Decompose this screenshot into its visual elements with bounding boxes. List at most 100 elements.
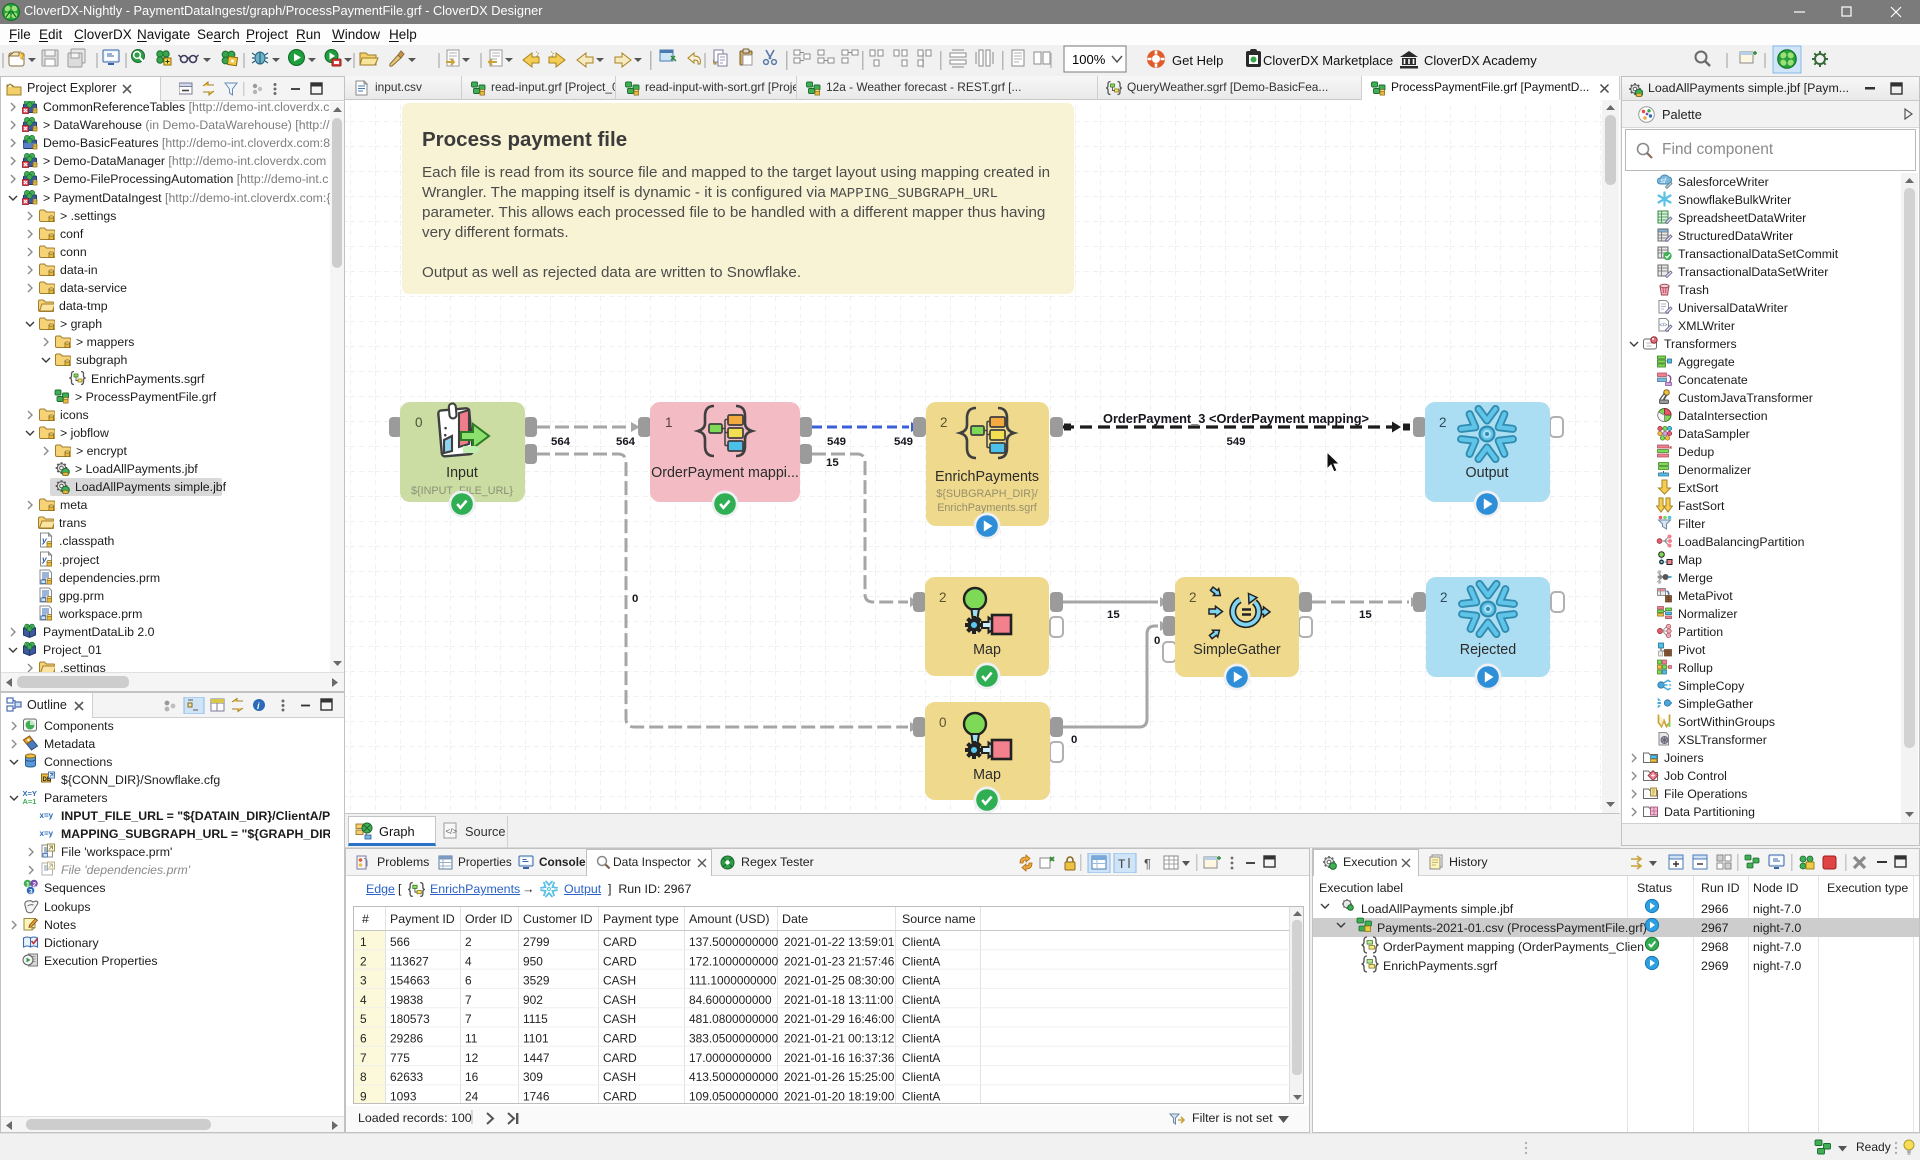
svg-text:17.0000000000: 17.0000000000 [689, 1051, 772, 1065]
svg-text:1: 1 [360, 935, 367, 949]
svg-text:775: 775 [390, 1051, 410, 1065]
svg-text:2: 2 [1440, 590, 1448, 605]
svg-text:night-7.0: night-7.0 [1753, 921, 1801, 935]
svg-text:2: 2 [1439, 415, 1447, 430]
svg-text:Order ID: Order ID [465, 912, 513, 926]
svg-text:7: 7 [360, 1051, 367, 1065]
svg-text:2: 2 [1189, 590, 1197, 605]
svg-text:549: 549 [1226, 436, 1245, 448]
svg-text:9: 9 [360, 1089, 367, 1103]
svg-text:ClientA: ClientA [902, 993, 940, 1007]
svg-text:x=y: x=y [40, 811, 54, 820]
svg-text:ClientA: ClientA [902, 1012, 940, 1026]
svg-text:LoadAllPayments simple.jbf: LoadAllPayments simple.jbf [1361, 902, 1514, 916]
svg-text:CASH: CASH [603, 1012, 636, 1026]
svg-text:${SUBGRAPH_DIR}/: ${SUBGRAPH_DIR}/ [936, 488, 1037, 500]
svg-text:OrderPayment mappi...: OrderPayment mappi... [651, 465, 799, 481]
svg-text:CARD: CARD [603, 935, 637, 949]
svg-text:CloverDX Marketplace: CloverDX Marketplace [1263, 53, 1393, 68]
svg-text:413.5000000000: 413.5000000000 [689, 1070, 779, 1084]
svg-text:CARD: CARD [603, 1051, 637, 1065]
svg-text:CARD: CARD [603, 954, 637, 968]
svg-text:CASH: CASH [603, 1070, 636, 1084]
svg-text:2966: 2966 [1701, 902, 1729, 916]
svg-text:100%: 100% [1072, 52, 1106, 67]
svg-text:OrderPayment mapping (OrderPay: OrderPayment mapping (OrderPayments_Clie… [1383, 940, 1644, 954]
svg-text:CASH: CASH [603, 993, 636, 1007]
svg-text:A=1: A=1 [23, 797, 37, 805]
svg-text:Execution type: Execution type [1827, 881, 1908, 895]
svg-text:CASH: CASH [603, 974, 636, 988]
svg-text:ClientA: ClientA [902, 1032, 940, 1046]
svg-text:84.6000000000: 84.6000000000 [689, 993, 772, 1007]
svg-text:2021-01-29 16:46:00: 2021-01-29 16:46:00 [784, 1012, 895, 1026]
svg-text:1746: 1746 [523, 1089, 550, 1103]
svg-text:8: 8 [360, 1070, 367, 1084]
svg-text:549: 549 [894, 436, 913, 448]
svg-text:OrderPayment_3 <OrderPayment m: OrderPayment_3 <OrderPayment mapping> [1103, 411, 1369, 426]
svg-text:0: 0 [415, 415, 423, 430]
svg-text:very different formats.: very different formats. [422, 224, 569, 241]
svg-text:Each file is read from its sou: Each file is read from its source file a… [422, 164, 1050, 181]
svg-text:CARD: CARD [603, 1089, 637, 1103]
svg-text:2021-01-20 18:19:00: 2021-01-20 18:19:00 [784, 1089, 895, 1103]
svg-text:EnrichPayments: EnrichPayments [935, 469, 1039, 485]
svg-text:Map: Map [973, 642, 1001, 658]
svg-text:ClientA: ClientA [902, 974, 940, 988]
svg-text:T: T [1118, 857, 1126, 871]
svg-text:ClientA: ClientA [902, 1070, 940, 1084]
svg-text:7: 7 [465, 1012, 472, 1026]
svg-text:3: 3 [360, 974, 367, 988]
svg-text:2: 2 [939, 590, 947, 605]
svg-text:7: 7 [465, 993, 472, 1007]
svg-text:1093: 1093 [390, 1089, 417, 1103]
svg-text:549: 549 [827, 436, 846, 448]
svg-text:4: 4 [465, 954, 472, 968]
svg-text:CloverDX Academy: CloverDX Academy [1424, 53, 1537, 68]
svg-text:2968: 2968 [1701, 940, 1729, 954]
svg-text:1101: 1101 [523, 1032, 549, 1046]
svg-text:2969: 2969 [1701, 959, 1729, 973]
svg-text:62633: 62633 [390, 1070, 423, 1084]
svg-text:1447: 1447 [523, 1051, 550, 1065]
svg-text:6: 6 [465, 974, 472, 988]
svg-text:Run ID: Run ID [1701, 881, 1740, 895]
svg-text:309: 309 [523, 1070, 543, 1084]
svg-text:2021-01-26 15:25:00: 2021-01-26 15:25:00 [784, 1070, 895, 1084]
svg-text:0: 0 [1071, 734, 1077, 746]
svg-text:ClientA: ClientA [902, 935, 940, 949]
svg-text:3529: 3529 [523, 974, 550, 988]
svg-text:SimpleGather: SimpleGather [1193, 642, 1281, 658]
svg-text:Process payment file: Process payment file [422, 128, 627, 151]
svg-text:2021-01-21 00:13:12: 2021-01-21 00:13:12 [784, 1032, 895, 1046]
svg-text:16: 16 [465, 1070, 479, 1084]
svg-text:2021-01-18 13:11:00: 2021-01-18 13:11:00 [784, 993, 894, 1007]
svg-text:29286: 29286 [390, 1032, 423, 1046]
svg-text:Payment ID: Payment ID [390, 912, 455, 926]
svg-text:Status: Status [1637, 881, 1672, 895]
svg-text:0: 0 [939, 715, 947, 730]
svg-text:2021-01-23 21:57:46: 2021-01-23 21:57:46 [784, 954, 895, 968]
svg-text:Output: Output [1466, 465, 1509, 481]
svg-text:5: 5 [360, 1012, 367, 1026]
svg-text:Wrangler. The mapping itself i: Wrangler. The mapping itself is dynamic … [422, 184, 998, 202]
svg-text:15: 15 [826, 457, 839, 469]
svg-text:15: 15 [1107, 609, 1120, 621]
svg-text:2967: 2967 [1701, 921, 1729, 935]
svg-text:ClientA: ClientA [902, 1051, 940, 1065]
svg-text:Node ID: Node ID [1753, 881, 1799, 895]
svg-text:2021-01-16 16:37:36: 2021-01-16 16:37:36 [784, 1051, 895, 1065]
svg-text:2799: 2799 [523, 935, 550, 949]
svg-text:Date: Date [782, 912, 808, 926]
svg-text:566: 566 [390, 935, 410, 949]
svg-text:night-7.0: night-7.0 [1753, 959, 1801, 973]
svg-text:12: 12 [465, 1051, 479, 1065]
svg-text:4: 4 [360, 993, 367, 1007]
svg-text:EnrichPayments.sgrf: EnrichPayments.sgrf [1383, 959, 1498, 973]
svg-text:x=y: x=y [40, 829, 54, 838]
svg-text:1: 1 [665, 415, 673, 430]
svg-text:2: 2 [360, 954, 367, 968]
svg-text:Payments-2021-01.csv (ProcessP: Payments-2021-01.csv (ProcessPaymentFile… [1377, 921, 1647, 935]
svg-text:parameter. This allows each pr: parameter. This allows each processed fi… [422, 204, 1045, 221]
svg-text:ClientA: ClientA [902, 1089, 940, 1103]
